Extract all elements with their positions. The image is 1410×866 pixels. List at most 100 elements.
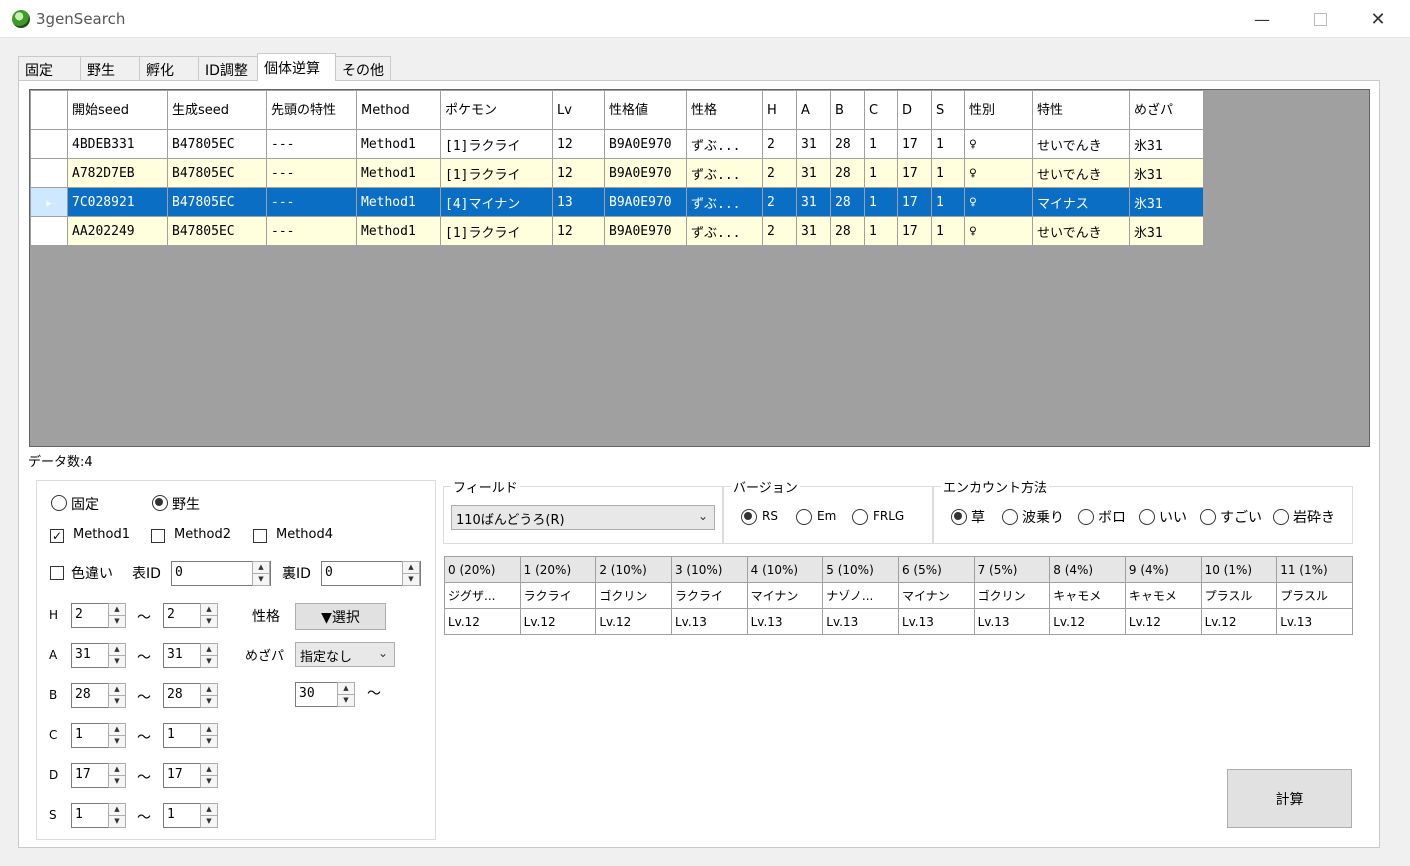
table-cell[interactable]: 1: [864, 129, 898, 159]
table-cell[interactable]: Method1: [356, 158, 441, 188]
column-header[interactable]: B: [830, 90, 865, 130]
table-cell[interactable]: 17: [897, 187, 932, 217]
table-cell[interactable]: AA202249: [67, 216, 168, 246]
omote-id-spinner[interactable]: ▲ ▼: [252, 561, 270, 586]
table-cell[interactable]: 氷31: [1129, 187, 1204, 217]
table-cell[interactable]: 4BDEB331: [67, 129, 168, 159]
table-cell[interactable]: 17: [897, 216, 932, 246]
table-row[interactable]: A782D7EB B47805EC --- Method1 [1]ラクライ 12 B9A0E…: [30, 158, 1204, 188]
column-header[interactable]: A: [796, 90, 831, 130]
results-grid[interactable]: 開始seed 生成seed 先頭の特性 Method ポケモン Lv 性格値 性格 H A B C D S…: [29, 89, 1370, 447]
table-cell[interactable]: B47805EC: [167, 158, 267, 188]
column-header[interactable]: ポケモン: [440, 90, 553, 130]
mode-wild-radio[interactable]: [152, 495, 168, 515]
table-row[interactable]: 4BDEB331 B47805EC --- Method1 [1]ラクライ 12 B9A0E…: [30, 129, 1204, 159]
stat-min-spinner[interactable]: ▲ ▼: [108, 683, 126, 708]
encounter-radio[interactable]: [1002, 509, 1018, 529]
field-select[interactable]: 110ばんどうろ(R) ⌄: [451, 505, 715, 530]
table-cell[interactable]: ♀: [964, 216, 1033, 246]
encounter-radio[interactable]: [1078, 509, 1094, 529]
table-cell[interactable]: [1]ラクライ: [440, 216, 553, 246]
table-cell[interactable]: B9A0E970: [604, 129, 687, 159]
column-header[interactable]: 性別: [964, 90, 1033, 130]
table-cell[interactable]: 31: [796, 216, 831, 246]
row-header[interactable]: [30, 158, 68, 188]
table-cell[interactable]: 12: [552, 216, 605, 246]
method4-checkbox[interactable]: [253, 529, 267, 543]
table-cell[interactable]: 氷31: [1129, 158, 1204, 188]
table-cell[interactable]: ---: [266, 129, 357, 159]
table-cell[interactable]: B47805EC: [167, 129, 267, 159]
maximize-button[interactable]: [1297, 0, 1343, 38]
table-cell[interactable]: せいでんき: [1032, 129, 1130, 159]
table-cell[interactable]: 1: [864, 187, 898, 217]
shiny-checkbox[interactable]: [50, 566, 64, 580]
encounter-radio[interactable]: [1273, 509, 1289, 529]
nature-select-button[interactable]: ▼選択: [295, 603, 386, 630]
tab-id-adjust[interactable]: ID調整: [198, 56, 258, 80]
row-header[interactable]: ▶: [30, 187, 68, 217]
column-header[interactable]: めざパ: [1129, 90, 1204, 130]
stat-max-spinner[interactable]: ▲ ▼: [200, 723, 218, 748]
table-cell[interactable]: 17: [897, 158, 932, 188]
table-row[interactable]: AA202249 B47805EC --- Method1 [1]ラクライ 12 B9A0E…: [30, 216, 1204, 246]
column-header[interactable]: 性格値: [604, 90, 687, 130]
table-cell[interactable]: 28: [830, 216, 865, 246]
table-cell[interactable]: B9A0E970: [604, 187, 687, 217]
stat-min-spinner[interactable]: ▲ ▼: [108, 603, 126, 628]
column-header[interactable]: 生成seed: [167, 90, 267, 130]
table-cell[interactable]: Method1: [356, 187, 441, 217]
column-header[interactable]: 性格: [686, 90, 763, 130]
table-cell[interactable]: マイナス: [1032, 187, 1130, 217]
column-header[interactable]: C: [864, 90, 898, 130]
table-cell[interactable]: 1: [864, 216, 898, 246]
table-cell[interactable]: 氷31: [1129, 129, 1204, 159]
stat-max-spinner[interactable]: ▲ ▼: [200, 763, 218, 788]
column-header[interactable]: H: [762, 90, 797, 130]
ura-id-spinner[interactable]: ▲ ▼: [402, 561, 420, 586]
table-cell[interactable]: ずぶ...: [686, 216, 763, 246]
stat-min-spinner[interactable]: ▲ ▼: [108, 723, 126, 748]
table-cell[interactable]: 12: [552, 129, 605, 159]
table-cell[interactable]: 28: [830, 158, 865, 188]
column-header[interactable]: 先頭の特性: [266, 90, 357, 130]
table-cell[interactable]: 31: [796, 129, 831, 159]
encounter-radio[interactable]: [1200, 509, 1216, 529]
column-header[interactable]: Lv: [552, 90, 605, 130]
table-cell[interactable]: 1: [864, 158, 898, 188]
table-cell[interactable]: 31: [796, 158, 831, 188]
tab-wild[interactable]: 野生: [80, 56, 140, 80]
table-cell[interactable]: 1: [931, 158, 965, 188]
column-header[interactable]: 開始seed: [67, 90, 168, 130]
stat-min-spinner[interactable]: ▲ ▼: [108, 643, 126, 668]
table-cell[interactable]: 1: [931, 129, 965, 159]
row-header[interactable]: [30, 129, 68, 159]
table-cell[interactable]: B9A0E970: [604, 216, 687, 246]
version-em-radio[interactable]: [796, 509, 812, 529]
table-cell[interactable]: 2: [762, 158, 797, 188]
table-cell[interactable]: B9A0E970: [604, 158, 687, 188]
column-header[interactable]: Method: [356, 90, 441, 130]
table-cell[interactable]: せいでんき: [1032, 216, 1130, 246]
table-cell[interactable]: 7C028921: [67, 187, 168, 217]
stat-max-spinner[interactable]: ▲ ▼: [200, 803, 218, 828]
method2-checkbox[interactable]: [151, 529, 165, 543]
table-cell[interactable]: ---: [266, 216, 357, 246]
table-cell[interactable]: 2: [762, 187, 797, 217]
table-cell[interactable]: [4]マイナン: [440, 187, 553, 217]
encounter-radio[interactable]: [951, 509, 967, 529]
stat-max-spinner[interactable]: ▲ ▼: [200, 603, 218, 628]
encounter-radio[interactable]: [1139, 509, 1155, 529]
table-cell[interactable]: 28: [830, 187, 865, 217]
table-cell[interactable]: 2: [762, 216, 797, 246]
stat-min-spinner[interactable]: ▲ ▼: [108, 763, 126, 788]
table-cell[interactable]: 1: [931, 216, 965, 246]
column-header[interactable]: S: [931, 90, 965, 130]
hidden-power-spinner[interactable]: ▲ ▼: [337, 682, 355, 707]
table-cell[interactable]: Method1: [356, 216, 441, 246]
stat-max-spinner[interactable]: ▲ ▼: [200, 643, 218, 668]
column-header[interactable]: 特性: [1032, 90, 1130, 130]
mode-fixed-radio[interactable]: [51, 495, 67, 515]
table-cell[interactable]: B47805EC: [167, 216, 267, 246]
table-cell[interactable]: A782D7EB: [67, 158, 168, 188]
